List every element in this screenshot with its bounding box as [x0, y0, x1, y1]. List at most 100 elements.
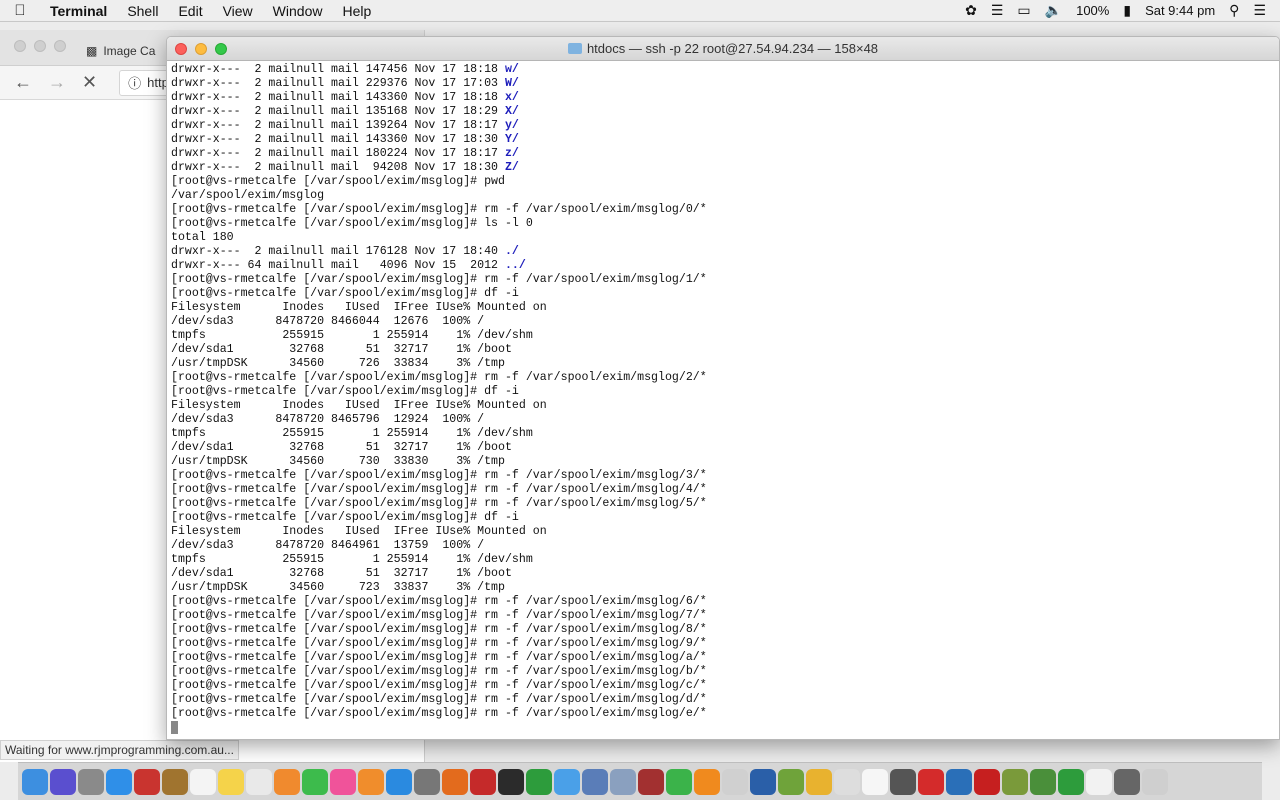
forward-arrow-icon[interactable]: →: [48, 72, 66, 93]
battery-icon[interactable]: ▮: [1123, 2, 1131, 19]
terminal-zoom-button[interactable]: [215, 43, 227, 55]
terminal-line-text: tmpfs 255915 1 255914 1% /dev/shm: [171, 553, 533, 566]
terminal-line: /usr/tmpDSK 34560 730 33830 3% /tmp: [171, 455, 1275, 469]
dreamweaver-icon[interactable]: [526, 768, 552, 795]
browser-window-controls: [14, 40, 66, 52]
terminal-line: [root@vs-rmetcalfe [/var/spool/exim/msgl…: [171, 651, 1275, 665]
siri-icon[interactable]: [50, 768, 76, 795]
terminal-window[interactable]: htdocs — ssh -p 22 root@27.54.94.234 — 1…: [166, 36, 1280, 740]
coda-icon[interactable]: [582, 768, 608, 795]
terminal-line: /dev/sda3 8478720 8465796 12924 100% /: [171, 413, 1275, 427]
menu-view[interactable]: View: [213, 3, 263, 19]
back-arrow-icon[interactable]: ←: [14, 72, 32, 93]
acrobat-icon[interactable]: [974, 768, 1000, 795]
terminal-line-text: /usr/tmpDSK 34560 723 33837 3% /tmp: [171, 581, 505, 594]
menu-help[interactable]: Help: [332, 3, 381, 19]
terminal-line: /usr/tmpDSK 34560 723 33837 3% /tmp: [171, 581, 1275, 595]
airplay-icon[interactable]: ▭: [1017, 2, 1030, 19]
terminal-close-button[interactable]: [175, 43, 187, 55]
battery-percent[interactable]: 100%: [1076, 3, 1109, 18]
butterfly-menu-icon[interactable]: ✿: [965, 2, 977, 19]
browser-zoom-button[interactable]: [54, 40, 66, 52]
notes-icon[interactable]: [218, 768, 244, 795]
trash-icon[interactable]: [1142, 768, 1168, 795]
document-icon[interactable]: [1086, 768, 1112, 795]
menu-app-name[interactable]: Terminal: [40, 3, 117, 19]
quicktime-icon[interactable]: [750, 768, 776, 795]
music-icon[interactable]: [330, 768, 356, 795]
terminal-line-text: Filesystem Inodes IUsed IFree IUse% Moun…: [171, 525, 547, 538]
preview-icon[interactable]: [610, 768, 636, 795]
terminal-line: tmpfs 255915 1 255914 1% /dev/shm: [171, 427, 1275, 441]
terminal-line-text: drwxr-x--- 2 mailnull mail 176128 Nov 17…: [171, 245, 505, 258]
screenflow-icon[interactable]: [834, 768, 860, 795]
android-studio-icon[interactable]: [778, 768, 804, 795]
browser-tab[interactable]: ▩ Image Ca: [86, 36, 176, 66]
vscode-icon[interactable]: [946, 768, 972, 795]
terminal-title: htdocs — ssh -p 22 root@27.54.94.234 — 1…: [586, 41, 879, 56]
notification-center-icon[interactable]: ☰: [1253, 2, 1266, 19]
terminal-line: [root@vs-rmetcalfe [/var/spool/exim/msgl…: [171, 595, 1275, 609]
keyboard-icon[interactable]: [1114, 768, 1140, 795]
finder-icon[interactable]: [22, 768, 48, 795]
terminal-line-text: [root@vs-rmetcalfe [/var/spool/exim/msgl…: [171, 287, 519, 300]
terminal-line-text: /dev/sda1 32768 51 32717 1% /boot: [171, 567, 512, 580]
terminal-line-text: drwxr-x--- 2 mailnull mail 143360 Nov 17…: [171, 91, 505, 104]
calendar-icon[interactable]: [190, 768, 216, 795]
menu-clock[interactable]: Sat 9:44 pm: [1145, 3, 1215, 18]
facetime-icon[interactable]: [666, 768, 692, 795]
menu-window[interactable]: Window: [263, 3, 333, 19]
terminal-prompt-line[interactable]: [171, 721, 1275, 735]
reminders-icon[interactable]: [246, 768, 272, 795]
gimp-icon[interactable]: [890, 768, 916, 795]
system-preferences-icon[interactable]: [414, 768, 440, 795]
messages-icon[interactable]: [302, 768, 328, 795]
terminal-line: /dev/sda1 32768 51 32717 1% /boot: [171, 343, 1275, 357]
photo-booth-icon[interactable]: [134, 768, 160, 795]
x11-icon[interactable]: [722, 768, 748, 795]
opera-icon[interactable]: [918, 768, 944, 795]
apple-icon[interactable]: : [0, 2, 40, 19]
volume-icon[interactable]: 🔈: [1045, 2, 1062, 19]
firefox-icon[interactable]: [442, 768, 468, 795]
terminal-line-text: /dev/sda3 8478720 8464961 13759 100% /: [171, 539, 485, 552]
wifi-icon[interactable]: ☰: [991, 2, 1004, 19]
terminal-output[interactable]: drwxr-x--- 2 mailnull mail 147456 Nov 17…: [167, 61, 1279, 737]
colorpicker-icon[interactable]: [1002, 768, 1028, 795]
terminal-line: /dev/sda3 8478720 8464961 13759 100% /: [171, 539, 1275, 553]
terminal-line: drwxr-x--- 2 mailnull mail 143360 Nov 17…: [171, 133, 1275, 147]
terminal-line-text: drwxr-x--- 2 mailnull mail 147456 Nov 17…: [171, 63, 505, 76]
terminal-line: [root@vs-rmetcalfe [/var/spool/exim/msgl…: [171, 217, 1275, 231]
vlc-icon[interactable]: [694, 768, 720, 795]
photo-booth-2-icon[interactable]: [638, 768, 664, 795]
dreamweaver-2-icon[interactable]: [1058, 768, 1084, 795]
terminal-line-text: /var/spool/exim/msglog: [171, 189, 325, 202]
terminal-minimize-button[interactable]: [195, 43, 207, 55]
terminal-line: [root@vs-rmetcalfe [/var/spool/exim/msgl…: [171, 273, 1275, 287]
menu-shell[interactable]: Shell: [117, 3, 168, 19]
browser-close-button[interactable]: [14, 40, 26, 52]
chrome-icon[interactable]: [1030, 768, 1056, 795]
textedit-icon[interactable]: [862, 768, 888, 795]
notes-book-icon[interactable]: [162, 768, 188, 795]
terminal-title-bar[interactable]: htdocs — ssh -p 22 root@27.54.94.234 — 1…: [167, 37, 1279, 61]
terminal-icon[interactable]: [498, 768, 524, 795]
filezilla-icon[interactable]: [470, 768, 496, 795]
menu-edit[interactable]: Edit: [168, 3, 212, 19]
terminal-line-text: Filesystem Inodes IUsed IFree IUse% Moun…: [171, 301, 547, 314]
browser-minimize-button[interactable]: [34, 40, 46, 52]
terminal-line: [root@vs-rmetcalfe [/var/spool/exim/msgl…: [171, 175, 1275, 189]
ibooks-icon[interactable]: [358, 768, 384, 795]
terminal-dir-name: x/: [504, 91, 519, 104]
app-store-icon[interactable]: [386, 768, 412, 795]
terminal-line-text: drwxr-x--- 2 mailnull mail 180224 Nov 17…: [171, 147, 505, 160]
terminal-dir-name: W/: [504, 77, 519, 90]
stop-loading-icon[interactable]: ✕: [82, 72, 97, 93]
info-icon[interactable]: ⓘ: [128, 73, 141, 92]
spotlight-search-icon[interactable]: ⚲: [1229, 2, 1239, 19]
photos-icon[interactable]: [274, 768, 300, 795]
launchpad-icon[interactable]: [78, 768, 104, 795]
xcode-icon[interactable]: [554, 768, 580, 795]
safari-icon[interactable]: [106, 768, 132, 795]
android-icon[interactable]: [806, 768, 832, 795]
